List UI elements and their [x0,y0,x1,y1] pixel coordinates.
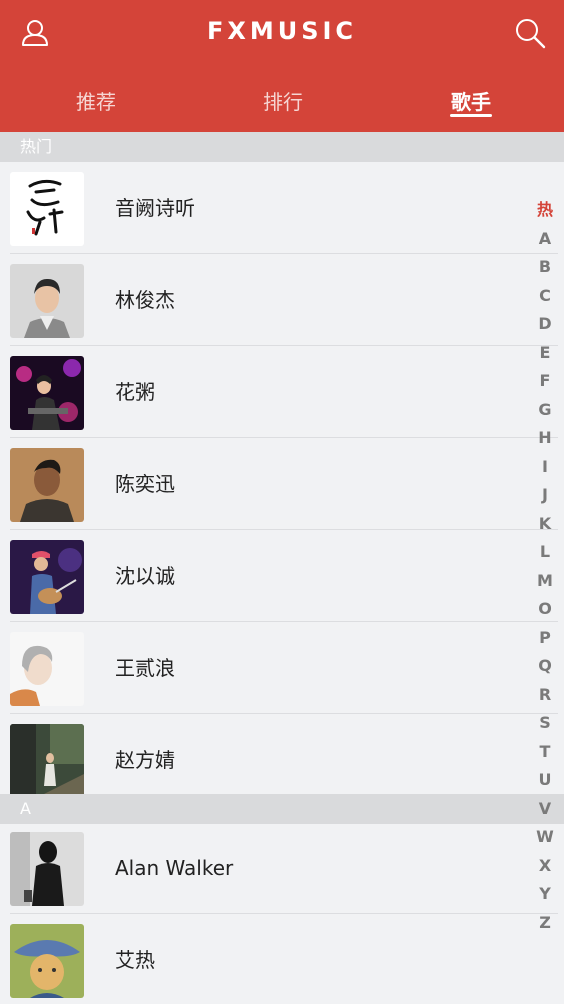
singer-name: 赵方婧 [115,748,175,772]
index-letter[interactable]: F [530,367,560,396]
singer-avatar [10,832,84,906]
singer-avatar [10,632,84,706]
singer-name: 王贰浪 [115,656,175,680]
index-letter[interactable]: L [530,538,560,567]
singer-avatar [10,540,84,614]
singer-row[interactable]: 艾热 [0,914,564,1004]
group-title: 热门 [20,137,53,156]
singer-row[interactable]: 林俊杰 [0,254,564,346]
index-letter[interactable]: O [530,595,560,624]
index-letter[interactable]: W [530,823,560,852]
top-bar: FXMUSIC [0,0,564,66]
singer-row[interactable]: 花粥 [0,346,564,438]
singer-row[interactable]: 陈奕迅 [0,438,564,530]
singer-row[interactable]: Alan Walker [0,822,564,914]
singer-avatar [10,924,84,998]
alphabet-index-bar[interactable]: 热ABCDEFGHIJKLMOPQRSTUVWXYZ [530,196,560,937]
index-letter[interactable]: A [530,225,560,254]
singer-name: Alan Walker [115,856,234,880]
singer-name: 花粥 [115,380,155,404]
singer-row[interactable]: 音阙诗听 [0,162,564,254]
index-letter[interactable]: P [530,624,560,653]
index-letter[interactable]: T [530,738,560,767]
app-title: FXMUSIC [206,17,358,45]
singer-avatar [10,172,84,246]
index-letter[interactable]: U [530,766,560,795]
index-letter[interactable]: I [530,453,560,482]
singer-name: 林俊杰 [115,288,175,312]
index-letter[interactable]: C [530,282,560,311]
singer-avatar [10,264,84,338]
app-header: FXMUSIC 推荐 排行 歌手 [0,0,564,132]
index-letter[interactable]: J [530,481,560,510]
tab-singers[interactable]: 歌手 [421,86,521,115]
tab-recommend[interactable]: 推荐 [46,86,146,115]
index-letter[interactable]: B [530,253,560,282]
singer-list[interactable]: 热门 音阙诗听 林俊杰 花粥 陈奕迅 沈以诚 王贰浪 赵方婧 A Alan Wa… [0,132,564,1004]
singer-avatar [10,356,84,430]
index-letter[interactable]: D [530,310,560,339]
group-title: A [20,799,31,818]
index-letter[interactable]: S [530,709,560,738]
index-letter[interactable]: E [530,339,560,368]
group-header-hot: 热门 [0,132,564,162]
singer-name: 沈以诚 [115,564,175,588]
singer-avatar [10,448,84,522]
index-letter[interactable]: X [530,852,560,881]
index-letter[interactable]: G [530,396,560,425]
index-letter[interactable]: V [530,795,560,824]
singer-name: 音阙诗听 [115,196,195,220]
index-letter[interactable]: R [530,681,560,710]
group-header-a: A [0,794,564,824]
index-letter[interactable]: Y [530,880,560,909]
index-letter[interactable]: M [530,567,560,596]
singer-avatar [10,724,84,798]
singer-row[interactable]: 赵方婧 [0,714,564,806]
active-tab-indicator [450,114,492,117]
index-letter[interactable]: Z [530,909,560,938]
singer-name: 陈奕迅 [115,472,175,496]
singer-row[interactable]: 王贰浪 [0,622,564,714]
search-icon[interactable] [514,17,546,49]
index-letter[interactable]: 热 [530,196,560,225]
index-letter[interactable]: Q [530,652,560,681]
index-letter[interactable]: H [530,424,560,453]
tab-ranking[interactable]: 排行 [233,86,333,115]
singer-row[interactable]: 沈以诚 [0,530,564,622]
index-letter[interactable]: K [530,510,560,539]
singer-name: 艾热 [115,948,155,972]
tab-bar: 推荐 排行 歌手 [0,66,564,132]
